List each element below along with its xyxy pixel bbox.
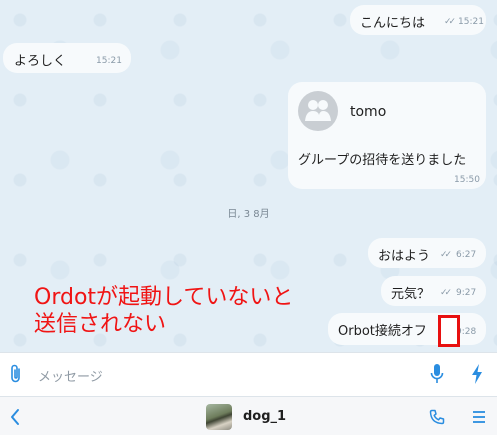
attach-icon[interactable]	[9, 363, 23, 385]
message-text: こんにちは	[360, 16, 426, 31]
date-separator: 日, 3 8月	[227, 209, 270, 220]
highlight-box	[438, 315, 460, 347]
annotation-line: 送信されない	[34, 312, 167, 337]
message-text: 元気？	[391, 287, 431, 302]
contact-name: tomo	[350, 104, 387, 120]
avatar[interactable]	[206, 404, 232, 430]
message-text: グループの招待を送りました	[298, 153, 467, 168]
phone-icon[interactable]	[429, 409, 445, 425]
message-text: Orbot接続オフ	[338, 324, 427, 339]
menu-icon[interactable]	[472, 410, 486, 424]
contact-card-message[interactable]: tomo グループの招待を送りました 15:50	[288, 82, 486, 189]
user-icon	[305, 100, 331, 121]
message-bubble[interactable]: 元気？ ✓✓ 9:27	[381, 276, 486, 306]
conversation-nav-bar: dog_1	[0, 396, 497, 435]
annotation-text: Ordotが起動していないと 送信されない	[34, 284, 293, 338]
message-text: よろしく	[14, 54, 67, 69]
message-input-bar: メッセージ	[0, 352, 497, 396]
contact-name[interactable]: dog_1	[243, 409, 286, 424]
mic-icon[interactable]	[430, 363, 444, 385]
message-bubble[interactable]: Orbot接続オフ 9:28	[328, 313, 486, 345]
message-time: 15:21	[96, 56, 122, 66]
read-check-icon: ✓✓	[440, 250, 452, 260]
annotation-line: Ordotが起動していないと	[34, 285, 294, 310]
back-icon[interactable]	[9, 408, 21, 426]
message-bubble[interactable]: よろしく 15:21	[3, 43, 131, 73]
read-check-icon: ✓✓	[440, 288, 452, 298]
avatar[interactable]	[298, 91, 338, 131]
message-bubble[interactable]: こんにちは ✓✓ 15:21	[350, 5, 486, 35]
message-time: 15:50	[454, 175, 480, 185]
message-time: 9:27	[456, 288, 477, 298]
message-time: 6:27	[456, 250, 477, 260]
message-text: おはよう	[378, 249, 431, 264]
message-bubble[interactable]: おはよう ✓✓ 6:27	[368, 238, 486, 268]
bolt-icon[interactable]	[470, 363, 484, 385]
message-time: 15:21	[458, 17, 484, 27]
read-check-icon: ✓✓	[444, 17, 456, 27]
message-input[interactable]: メッセージ	[38, 366, 103, 385]
chat-area: こんにちは ✓✓ 15:21 よろしく 15:21 tomo グループの招待を送…	[0, 0, 497, 352]
